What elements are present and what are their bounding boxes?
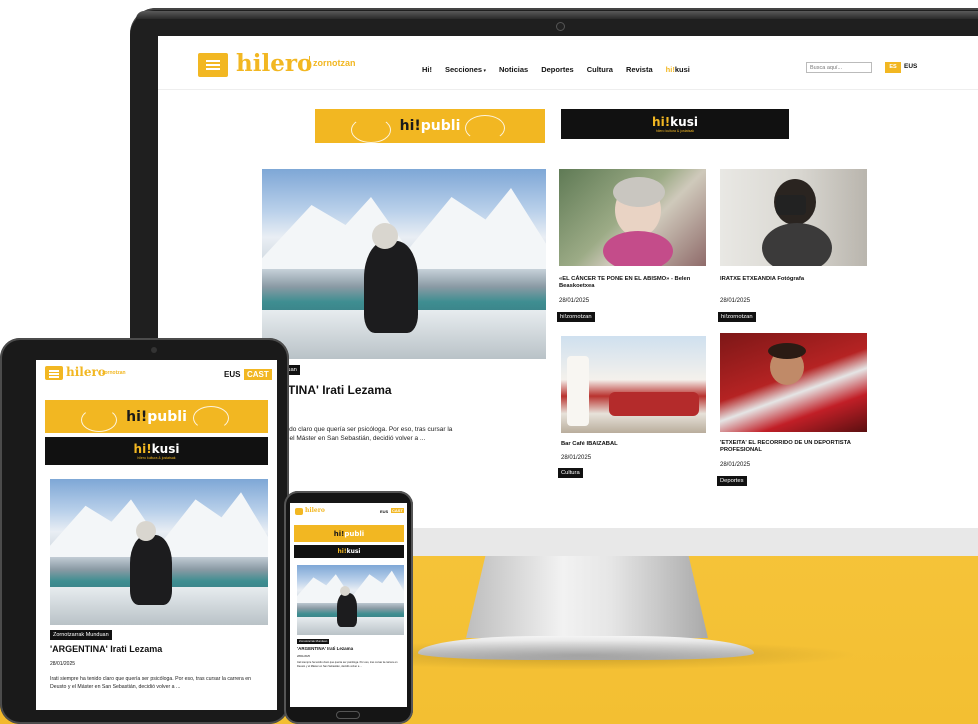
- lang-cast-button[interactable]: CAST: [244, 369, 272, 380]
- featured-excerpt: Irati siempre ha tenido claro que quería…: [297, 661, 398, 668]
- hipubli-banner[interactable]: hi!publi: [45, 400, 268, 433]
- article-title[interactable]: «EL CÁNCER TE PONE EN EL ABISMO» - Belen…: [559, 276, 709, 290]
- article-date: 28/01/2025: [720, 298, 751, 304]
- article-photo[interactable]: [561, 336, 706, 433]
- chevron-down-icon: ▾: [482, 68, 487, 74]
- lang-eus-button[interactable]: EUS: [224, 370, 240, 379]
- article-date: 28/01/2025: [559, 298, 590, 304]
- article-date: 28/01/2025: [720, 462, 751, 468]
- article-date: 28/01/2025: [561, 455, 592, 461]
- hamburger-menu-button[interactable]: [198, 53, 228, 77]
- featured-photo[interactable]: [297, 565, 404, 635]
- hipubli-banner[interactable]: hi!publi: [294, 525, 404, 542]
- nav-item-revista[interactable]: Revista: [626, 65, 653, 74]
- site-logo[interactable]: hilero: [236, 50, 312, 77]
- lang-eus-button[interactable]: EUS: [380, 509, 388, 514]
- site-logo[interactable]: hilero: [305, 507, 325, 514]
- nav-item-secciones[interactable]: Secciones ▾: [445, 65, 486, 74]
- article-title[interactable]: 'ETXEITA' EL RECORRIDO DE UN DEPORTISTA …: [720, 440, 870, 454]
- camera-icon: [556, 22, 565, 31]
- featured-excerpt-line1: re ha tenido claro que quería ser psicól…: [262, 426, 453, 433]
- article-title[interactable]: Bar Café IBAIZABAL: [561, 441, 618, 447]
- main-nav: Hi! Secciones ▾ Noticias Deportes Cultur…: [422, 65, 690, 74]
- hikusi-banner[interactable]: hi!kusi hilero kultura & jostatsak: [561, 109, 789, 139]
- featured-excerpt-line2: Deusto y el Máster en San Sebastián, dec…: [262, 435, 426, 442]
- article-tag[interactable]: Cultura: [558, 468, 583, 478]
- featured-title[interactable]: 'ARGENTINA' Irati Lezama: [50, 644, 162, 654]
- nav-item-deportes[interactable]: Deportes: [541, 65, 574, 74]
- article-photo[interactable]: [559, 169, 706, 266]
- tablet-screen: hilero zornotzan EUS CAST hi!publi hi!ku…: [36, 360, 277, 710]
- site-header: hilero zornotzan Hi! Secciones ▾ Noticia…: [158, 36, 978, 90]
- lang-eus-button[interactable]: EUS: [904, 63, 917, 70]
- article-tag[interactable]: hi!zornotzan: [718, 312, 756, 322]
- site-logo-sub: zornotzan: [313, 58, 356, 68]
- nav-item-cultura[interactable]: Cultura: [587, 65, 613, 74]
- hipubli-banner[interactable]: hi!publi: [315, 109, 545, 143]
- featured-date: 28/01/2025: [297, 655, 310, 658]
- search-input[interactable]: Busca aquí...: [806, 62, 872, 73]
- hamburger-menu-button[interactable]: [295, 508, 303, 515]
- mockup-stage: hilero zornotzan Hi! Secciones ▾ Noticia…: [0, 0, 978, 724]
- article-tag[interactable]: Deportes: [717, 476, 747, 486]
- featured-title[interactable]: 'ARGENTINA' Irati Lezama: [297, 646, 353, 651]
- hamburger-menu-button[interactable]: [45, 366, 63, 380]
- article-title[interactable]: IRATXE ETXEANDIA Fotógrafa: [720, 276, 870, 283]
- article-photo[interactable]: [720, 333, 867, 432]
- home-button[interactable]: [336, 711, 360, 719]
- monitor-stand: [466, 556, 708, 638]
- hikusi-banner[interactable]: hi!kusi: [294, 545, 404, 558]
- hikusi-banner[interactable]: hi!kusi hilero kultura & jostatsak: [45, 437, 268, 465]
- featured-tag[interactable]: Zornotzarrak Munduan: [50, 630, 112, 640]
- site-logo-sub: zornotzan: [102, 370, 126, 376]
- phone-screen: hilero EUS CAST hi!publi hi!kusi Zornotz…: [290, 503, 407, 707]
- camera-icon: [151, 347, 157, 353]
- nav-item-noticias[interactable]: Noticias: [499, 65, 528, 74]
- lang-cast-button[interactable]: CAST: [391, 508, 404, 513]
- nav-item-hikusi[interactable]: hi!kusi: [666, 65, 690, 74]
- featured-date: 28/01/2025: [50, 661, 76, 667]
- nav-item-hi[interactable]: Hi!: [422, 65, 432, 74]
- featured-photo[interactable]: [262, 169, 546, 359]
- article-photo[interactable]: [720, 169, 867, 266]
- lang-es-button[interactable]: ES: [885, 62, 901, 73]
- site-logo[interactable]: hilero: [66, 365, 106, 379]
- featured-photo[interactable]: [50, 479, 268, 625]
- article-tag[interactable]: hi!zornotzan: [557, 312, 595, 322]
- featured-tag[interactable]: Zornotzarrak Munduan: [297, 639, 330, 644]
- featured-excerpt: Irati siempre ha tenido claro que quería…: [50, 676, 251, 690]
